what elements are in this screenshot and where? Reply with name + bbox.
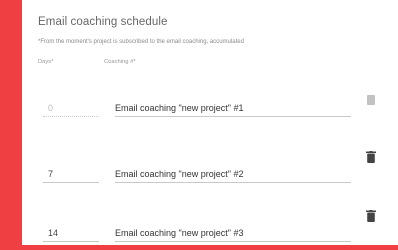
schedule-row: 7 Email coaching "new project" #2 bbox=[22, 151, 398, 191]
section-title: Email coaching schedule bbox=[38, 16, 168, 28]
coaching-column-header: Coaching #* bbox=[104, 59, 136, 65]
coaching-select[interactable]: Email coaching "new project" #3 bbox=[115, 226, 351, 242]
days-column-header: Days* bbox=[38, 59, 54, 65]
coaching-select[interactable]: Email coaching "new project" #1 bbox=[115, 101, 351, 117]
section-subtitle: *From the moment's project is subscribed… bbox=[38, 39, 244, 45]
coaching-schedule-card: Email coaching schedule *From the moment… bbox=[22, 0, 398, 245]
days-input[interactable]: 7 bbox=[43, 167, 99, 183]
schedule-row: 0 Email coaching "new project" #1 bbox=[22, 95, 398, 140]
days-input[interactable]: 14 bbox=[43, 226, 99, 242]
trash-icon[interactable] bbox=[366, 151, 376, 163]
coaching-select[interactable]: Email coaching "new project" #2 bbox=[115, 167, 351, 183]
trash-icon[interactable] bbox=[366, 210, 376, 222]
trash-icon[interactable] bbox=[366, 93, 376, 105]
days-input[interactable]: 0 bbox=[43, 101, 99, 117]
